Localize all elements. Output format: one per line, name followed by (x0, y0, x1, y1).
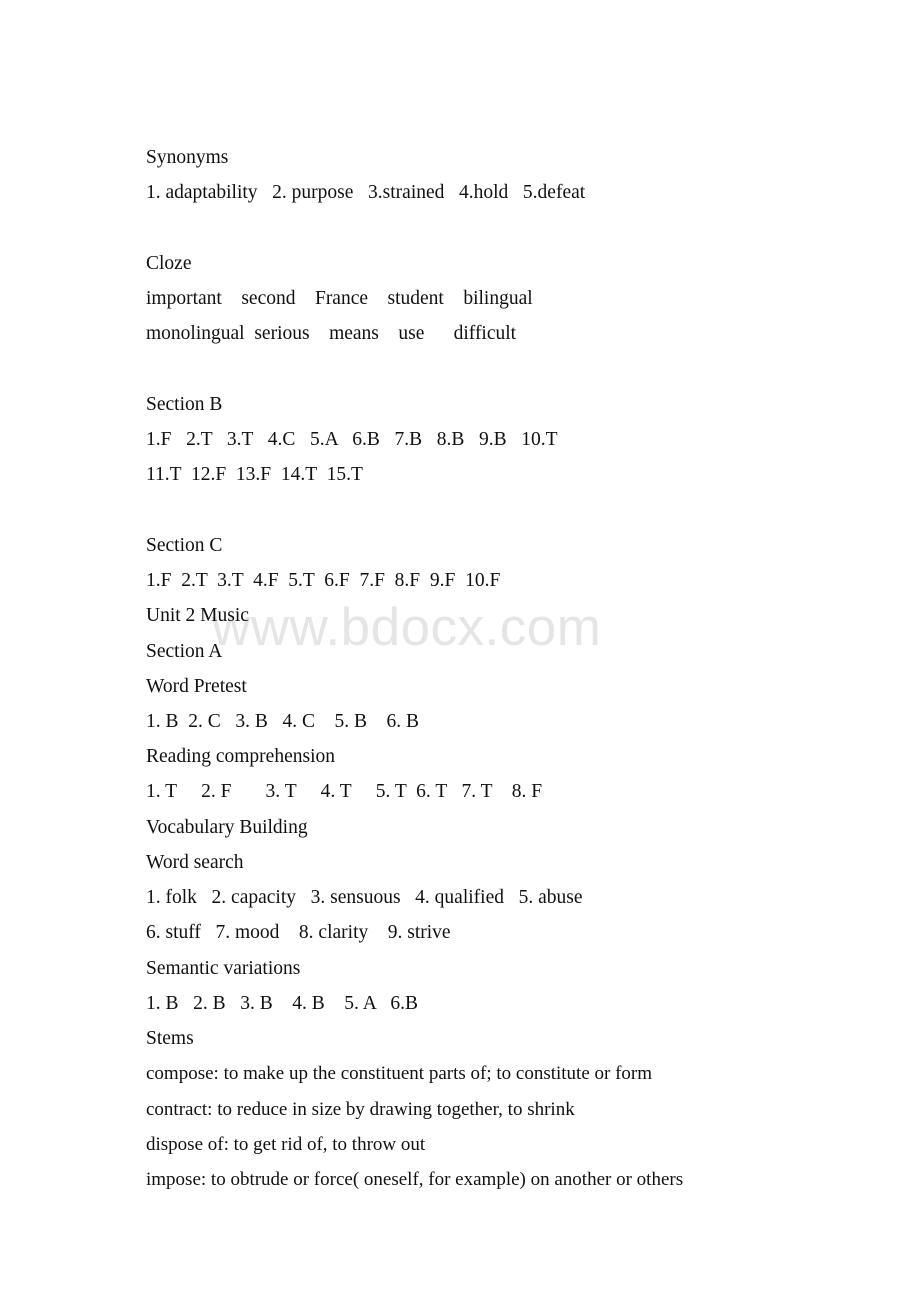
section-c-answers: 1.F 2.T 3.T 4.F 5.T 6.F 7.F 8.F 9.F 10.F (146, 570, 501, 591)
word-search-answers-2: 6. stuff 7. mood 8. clarity 9. strive (146, 922, 451, 943)
cloze-answers-line-1: important second France student bilingua… (146, 288, 533, 309)
cloze-answers-line-2: monolingual serious means use difficult (146, 323, 517, 344)
vocab-building-heading: Vocabulary Building (146, 817, 308, 838)
stems-heading: Stems (146, 1028, 194, 1049)
word-search-answers-1: 1. folk 2. capacity 3. sensuous 4. quali… (146, 887, 583, 908)
section-a-heading: Section A (146, 641, 223, 662)
section-c-heading: Section C (146, 535, 223, 556)
word-search-heading: Word search (146, 852, 244, 873)
stem-impose: impose: to obtrude or force( oneself, fo… (146, 1169, 684, 1190)
word-pretest-heading: Word Pretest (146, 676, 247, 697)
section-b-answers-2: 11.T 12.F 13.F 14.T 15.T (146, 464, 363, 485)
document-page: Synonyms 1. adaptability 2. purpose 3.str… (0, 0, 920, 1302)
synonyms-answers: 1. adaptability 2. purpose 3.strained 4.… (146, 182, 586, 203)
cloze-heading: Cloze (146, 253, 192, 274)
section-b-heading: Section B (146, 394, 223, 415)
stem-contract: contract: to reduce in size by drawing t… (146, 1099, 575, 1120)
unit-2-heading: Unit 2 Music (146, 605, 249, 626)
reading-comp-answers: 1. T 2. F 3. T 4. T 5. T 6. T 7. T 8. F (146, 781, 543, 802)
stem-dispose-of: dispose of: to get rid of, to throw out (146, 1134, 426, 1155)
stem-compose: compose: to make up the constituent part… (146, 1063, 653, 1084)
semantic-var-answers: 1. B 2. B 3. B 4. B 5. A 6.B (146, 993, 418, 1014)
reading-comp-heading: Reading comprehension (146, 746, 335, 767)
section-b-answers-1: 1.F 2.T 3.T 4.C 5.A 6.B 7.B 8.B 9.B 10.T (146, 429, 558, 450)
word-pretest-answers: 1. B 2. C 3. B 4. C 5. B 6. B (146, 711, 420, 732)
synonyms-heading: Synonyms (146, 147, 229, 168)
semantic-var-heading: Semantic variations (146, 958, 301, 979)
